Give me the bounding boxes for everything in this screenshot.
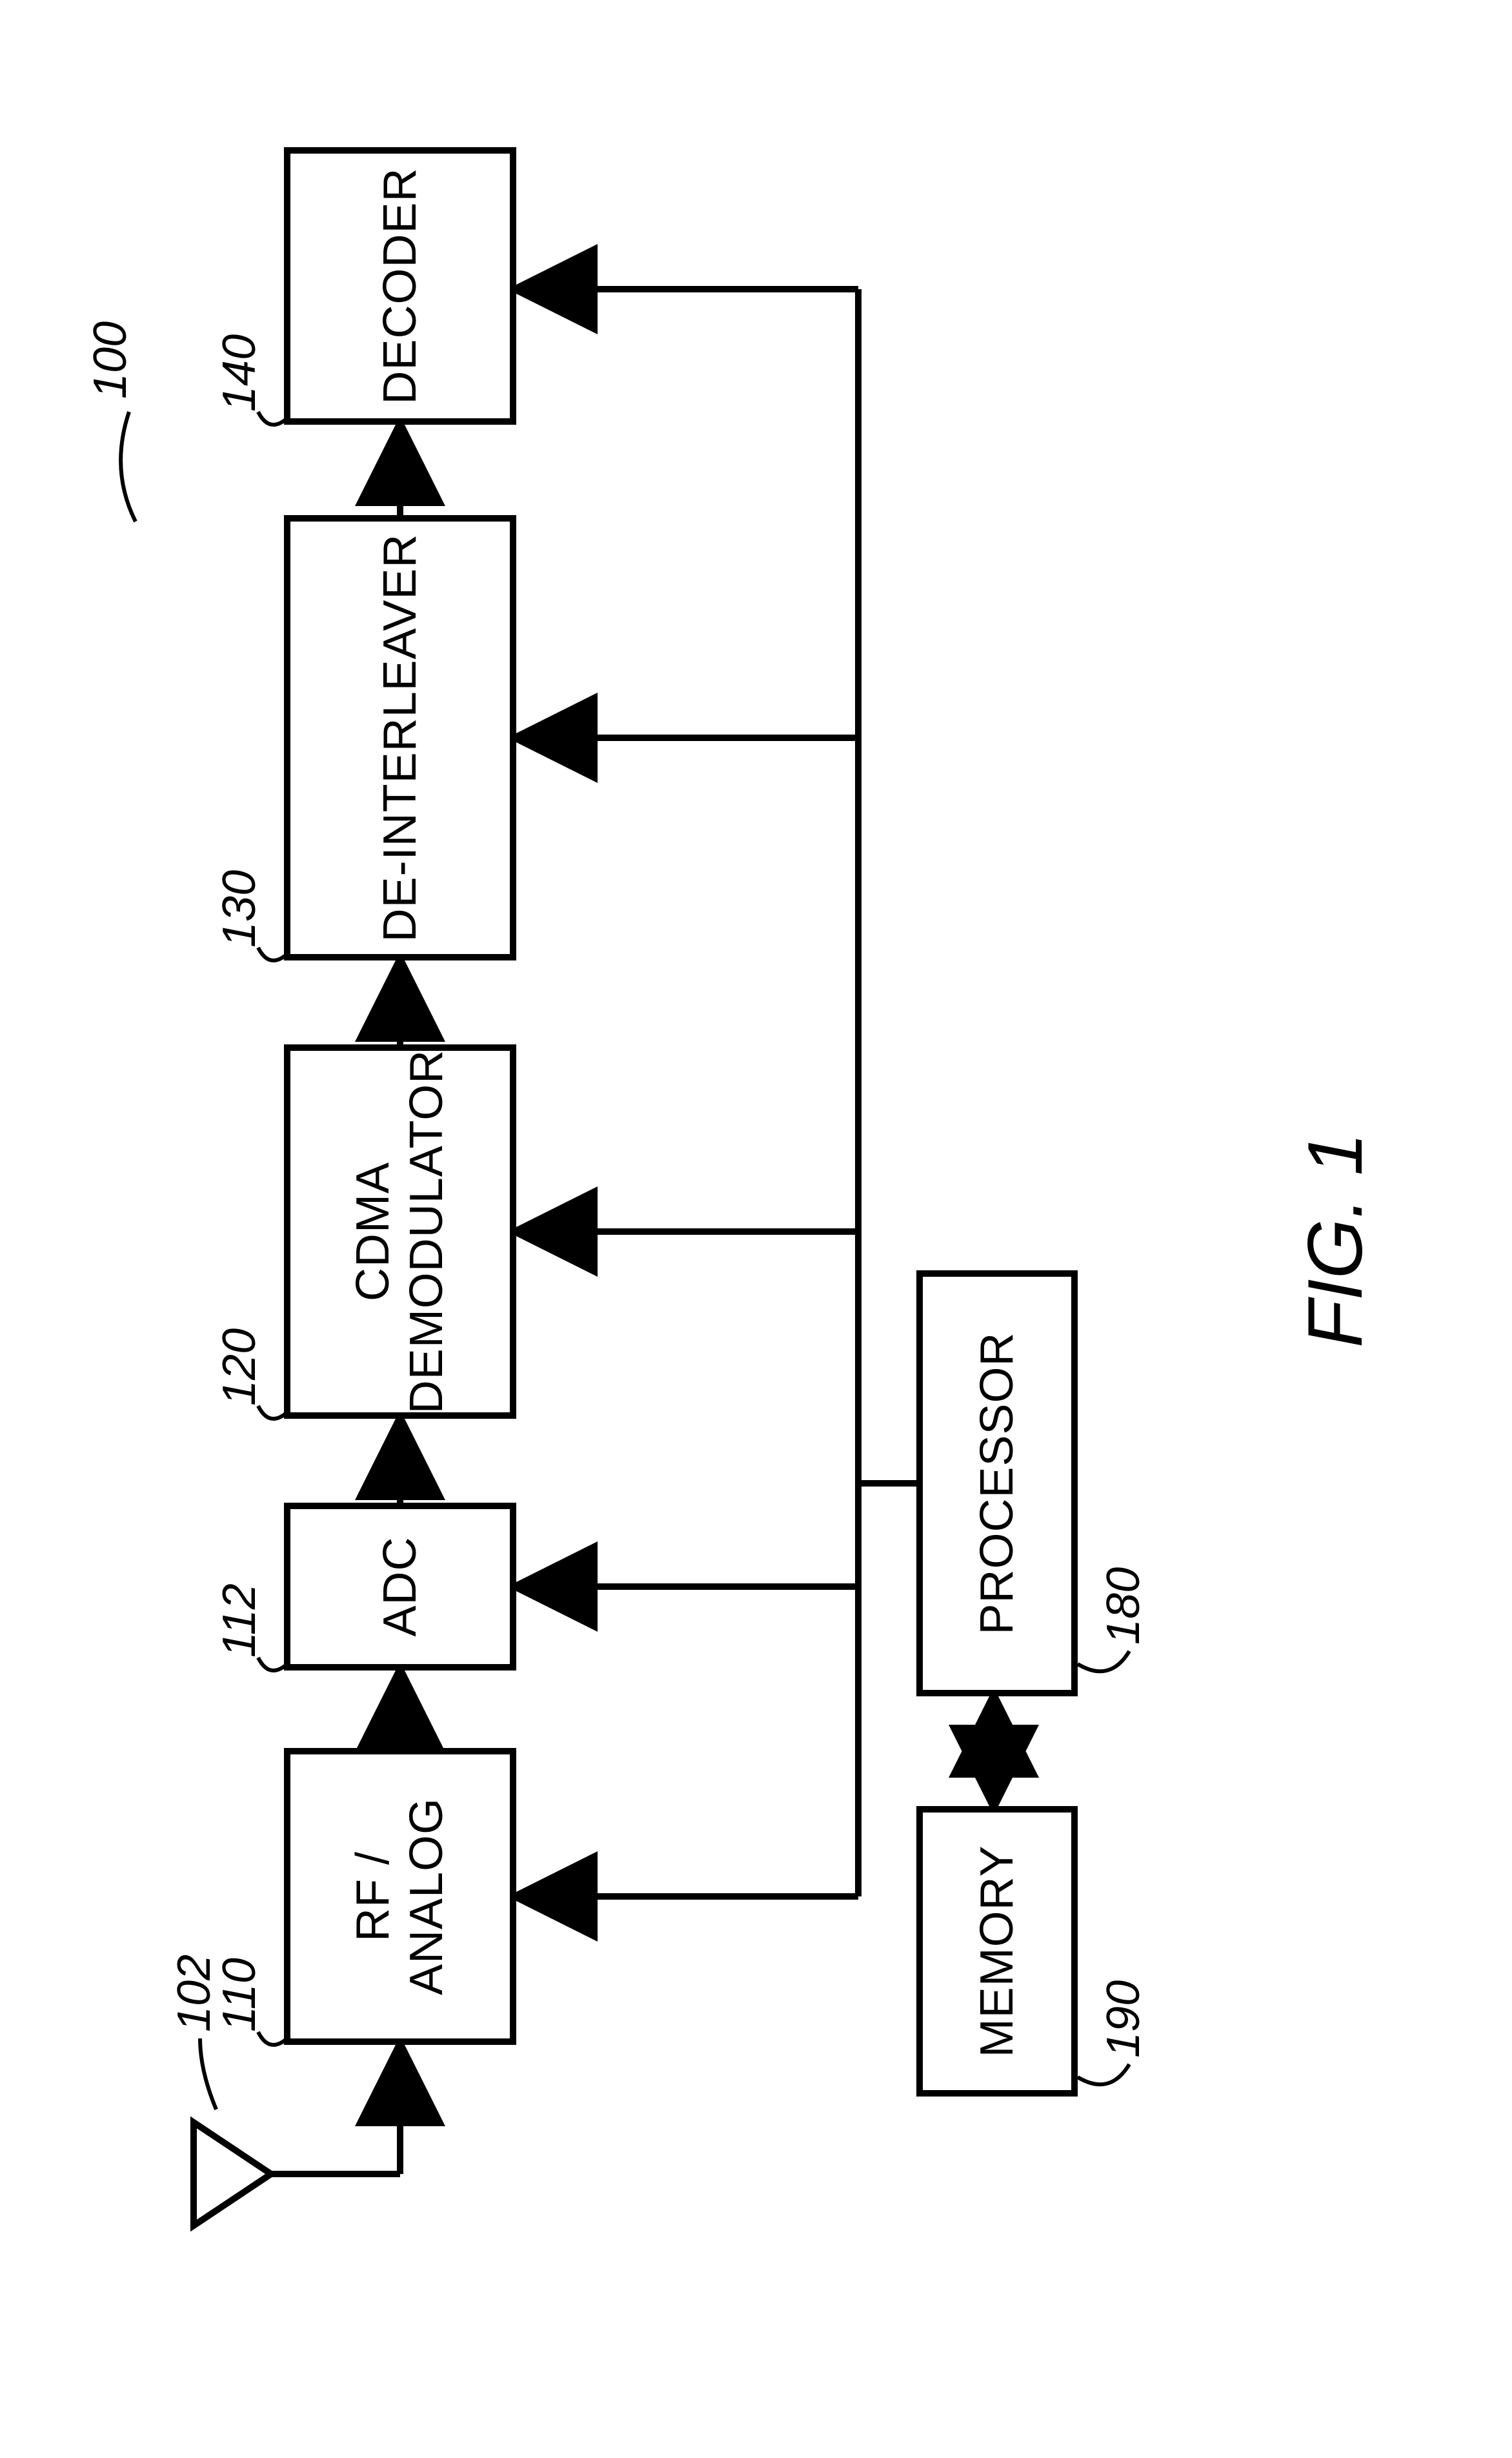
adc-block: ADC	[284, 1503, 516, 1671]
ref-processor: 180	[1097, 1567, 1150, 1645]
ref-adc: 112	[213, 1583, 266, 1658]
deinterleaver-label: DE-INTERLEAVER	[374, 534, 427, 942]
decoder-block: DECODER	[284, 147, 516, 425]
block-diagram: RF / ANALOG ADC CDMA DEMODULATOR DE-INTE…	[0, 0, 1512, 2458]
processor-block: PROCESSOR	[916, 1270, 1078, 1696]
memory-block: MEMORY	[916, 1806, 1078, 2097]
cdma-demodulator-label: CDMA DEMODULATOR	[347, 1050, 454, 1414]
figure-label: FIG. 1	[1291, 1133, 1380, 1348]
rf-analog-block: RF / ANALOG	[284, 1748, 516, 2045]
ref-memory: 190	[1097, 1980, 1150, 2058]
antenna-icon	[194, 2045, 400, 2226]
rf-analog-label: RF / ANALOG	[347, 1761, 454, 2032]
processor-label: PROCESSOR	[971, 1332, 1024, 1634]
cdma-demodulator-block: CDMA DEMODULATOR	[284, 1044, 516, 1419]
decoder-label: DECODER	[374, 167, 427, 404]
ref-system: 100	[84, 321, 137, 399]
deinterleaver-block: DE-INTERLEAVER	[284, 515, 516, 960]
ref-deinterleaver: 130	[213, 870, 266, 948]
ref-rf-analog: 110	[213, 1958, 266, 2032]
memory-label: MEMORY	[971, 1845, 1024, 2058]
adc-label: ADC	[374, 1537, 427, 1637]
ref-decoder: 140	[213, 334, 266, 412]
ref-cdma-demod: 120	[213, 1328, 266, 1406]
